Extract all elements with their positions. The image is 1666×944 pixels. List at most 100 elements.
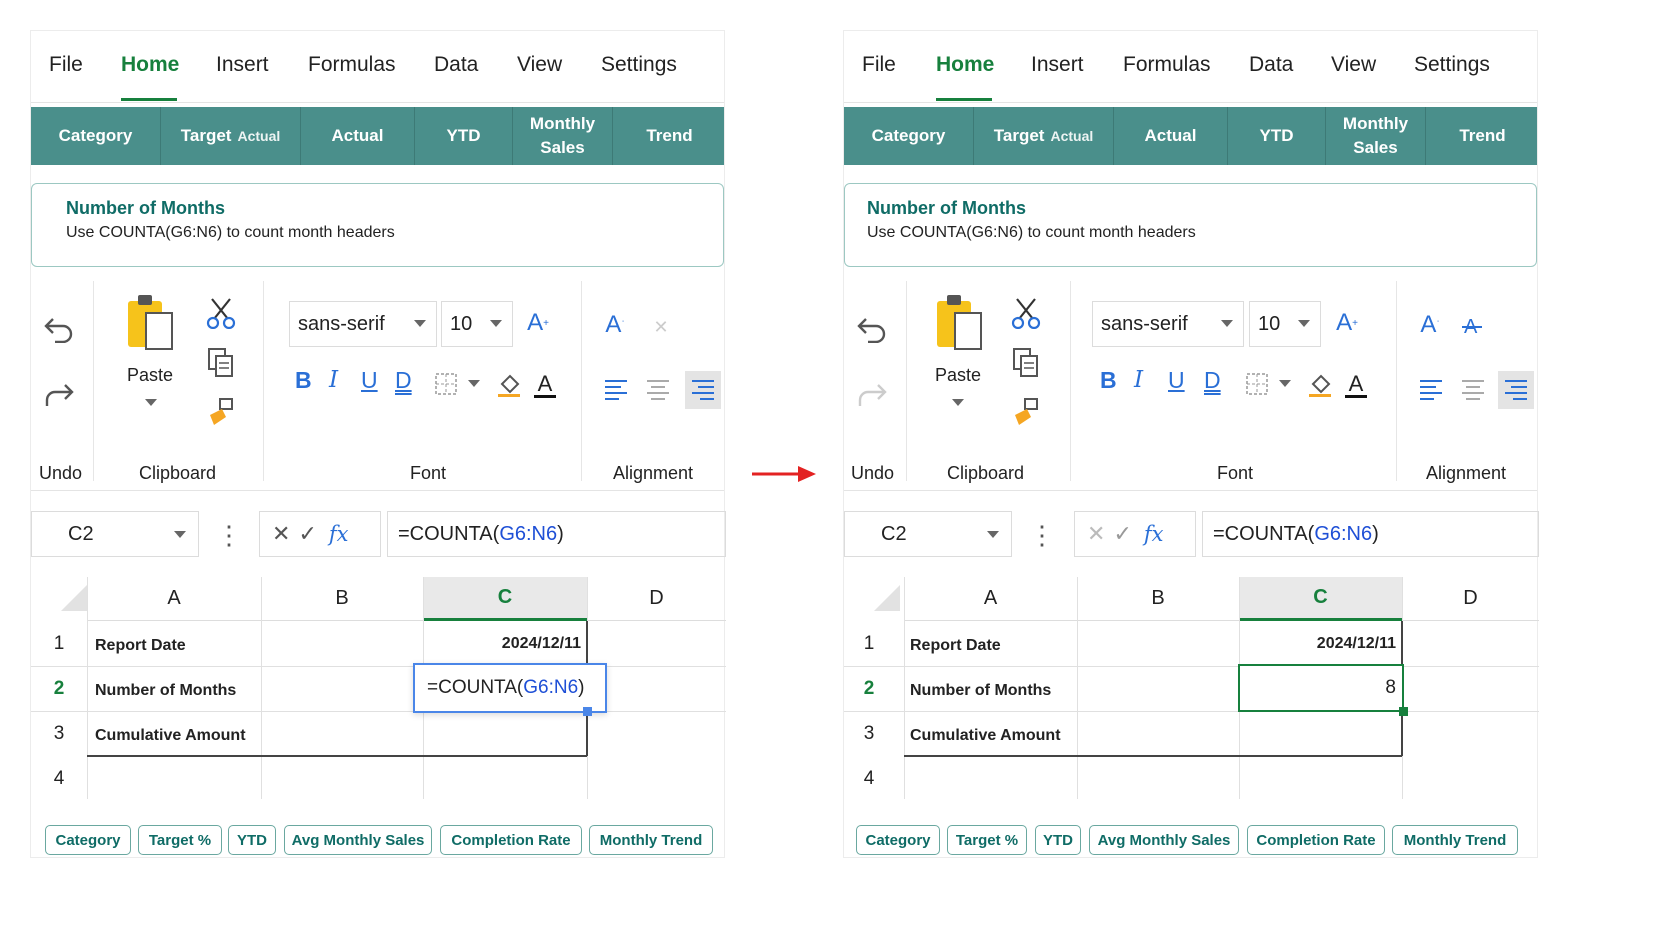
row-header-4[interactable]: 4 (844, 756, 894, 801)
align-left-icon[interactable] (1416, 375, 1446, 405)
bold-icon[interactable]: B (1100, 367, 1117, 394)
header-ytd[interactable]: YTD (415, 107, 513, 165)
menu-data[interactable]: Data (434, 53, 478, 77)
formula-input[interactable]: =COUNTA(G6:N6) (1202, 511, 1539, 557)
row-header-4[interactable]: 4 (31, 756, 87, 801)
format-painter-icon[interactable] (203, 395, 239, 431)
underline-icon[interactable]: U (1168, 367, 1185, 394)
row-header-3[interactable]: 3 (31, 711, 87, 756)
align-right-icon[interactable] (685, 371, 721, 409)
header-trend[interactable]: Trend (1426, 107, 1539, 165)
header-target[interactable]: Target Actual (161, 107, 301, 165)
copy-icon[interactable] (203, 345, 239, 381)
fill-handle[interactable] (1399, 707, 1408, 716)
border-dropdown-icon[interactable] (467, 377, 481, 391)
copy-icon[interactable] (1008, 345, 1044, 381)
align-right-icon[interactable] (1498, 371, 1534, 409)
border-dropdown-icon[interactable] (1278, 377, 1292, 391)
menu-view[interactable]: View (517, 53, 562, 77)
column-header-a[interactable]: A (87, 577, 261, 621)
column-header-b[interactable]: B (261, 577, 423, 621)
menu-formulas[interactable]: Formulas (308, 53, 396, 77)
cell-a3[interactable]: Cumulative Amount (95, 713, 246, 758)
fx-icon[interactable]: fx (329, 522, 349, 546)
confirm-icon[interactable]: ✓ (298, 521, 316, 547)
name-box[interactable]: C2 (844, 511, 1012, 557)
name-box[interactable]: C2 (31, 511, 199, 557)
tab-target[interactable]: Target % (138, 825, 222, 855)
select-all-corner[interactable] (61, 585, 87, 611)
align-left-icon[interactable] (601, 375, 631, 405)
column-header-c[interactable]: C (423, 577, 587, 621)
cell-c1[interactable]: 2024/12/11 (1239, 621, 1402, 666)
font-size-select[interactable]: 10 (441, 301, 513, 347)
cell-c1[interactable]: 2024/12/11 (423, 621, 587, 666)
tab-target[interactable]: Target % (947, 825, 1027, 855)
font-color-icon[interactable]: A (531, 369, 559, 401)
row-header-2[interactable]: 2 (31, 666, 87, 711)
header-category[interactable]: Category (844, 107, 974, 165)
double-underline-icon[interactable]: D (395, 367, 412, 394)
menu-insert[interactable]: Insert (1031, 53, 1084, 77)
menu-file[interactable]: File (49, 53, 83, 77)
double-underline-icon[interactable]: D (1204, 367, 1221, 394)
tab-avg-monthly-sales[interactable]: Avg Monthly Sales (1089, 825, 1239, 855)
tab-category[interactable]: Category (856, 825, 940, 855)
fill-color-icon[interactable] (1306, 371, 1334, 399)
cancel-icon[interactable]: ✕ (272, 521, 290, 547)
align-center-icon[interactable] (1458, 375, 1488, 405)
header-ytd[interactable]: YTD (1228, 107, 1326, 165)
format-painter-icon[interactable] (1008, 395, 1044, 431)
undo-icon[interactable] (854, 311, 890, 347)
menu-home[interactable]: Home (121, 53, 179, 77)
undo-icon[interactable] (41, 311, 77, 347)
menu-formulas[interactable]: Formulas (1123, 53, 1211, 77)
border-icon[interactable] (433, 371, 459, 397)
italic-icon[interactable]: I (1134, 367, 1143, 393)
header-actual[interactable]: Actual (1114, 107, 1228, 165)
redo-icon[interactable] (854, 377, 890, 413)
tab-monthly-trend[interactable]: Monthly Trend (1392, 825, 1518, 855)
column-header-a[interactable]: A (904, 577, 1077, 621)
italic-icon[interactable]: I (329, 367, 338, 393)
cell-a2[interactable]: Number of Months (910, 668, 1051, 713)
font-size-select[interactable]: 10 (1249, 301, 1321, 347)
column-header-d[interactable]: D (1402, 577, 1539, 621)
fx-icon[interactable]: fx (1144, 522, 1164, 546)
header-monthly-sales[interactable]: Monthly Sales (1326, 107, 1426, 165)
menu-file[interactable]: File (862, 53, 896, 77)
tab-ytd[interactable]: YTD (1035, 825, 1081, 855)
header-category[interactable]: Category (31, 107, 161, 165)
cell-a1[interactable]: Report Date (95, 623, 186, 668)
redo-icon[interactable] (41, 377, 77, 413)
row-header-3[interactable]: 3 (844, 711, 894, 756)
tab-category[interactable]: Category (45, 825, 131, 855)
font-family-select[interactable]: sans-serif (289, 301, 437, 347)
more-options-icon[interactable]: ⋮ (216, 517, 242, 553)
paste-icon[interactable] (932, 293, 988, 355)
row-header-2[interactable]: 2 (844, 666, 894, 711)
clear-format-icon[interactable]: ✕ (647, 313, 675, 341)
cell-c2[interactable]: 8 (1238, 664, 1404, 712)
formula-input[interactable]: =COUNTA(G6:N6) (387, 511, 726, 557)
menu-view[interactable]: View (1331, 53, 1376, 77)
paste-dropdown-icon[interactable] (950, 395, 966, 411)
header-target[interactable]: Target Actual (974, 107, 1114, 165)
tab-completion-rate[interactable]: Completion Rate (440, 825, 582, 855)
select-all-corner[interactable] (874, 585, 900, 611)
cell-a3[interactable]: Cumulative Amount (910, 713, 1061, 758)
paste-icon[interactable] (123, 293, 179, 355)
border-icon[interactable] (1244, 371, 1270, 397)
header-trend[interactable]: Trend (613, 107, 726, 165)
menu-data[interactable]: Data (1249, 53, 1293, 77)
tab-completion-rate[interactable]: Completion Rate (1247, 825, 1385, 855)
row-header-1[interactable]: 1 (844, 621, 894, 666)
increase-font-icon[interactable]: A + (1330, 305, 1364, 341)
menu-settings[interactable]: Settings (1414, 53, 1490, 77)
strikethrough-icon[interactable]: A (1458, 311, 1488, 341)
cancel-icon[interactable]: ✕ (1087, 521, 1105, 547)
font-color-icon[interactable]: A (1342, 369, 1370, 401)
cell-a2[interactable]: Number of Months (95, 668, 236, 713)
column-header-b[interactable]: B (1077, 577, 1239, 621)
confirm-icon[interactable]: ✓ (1113, 521, 1131, 547)
